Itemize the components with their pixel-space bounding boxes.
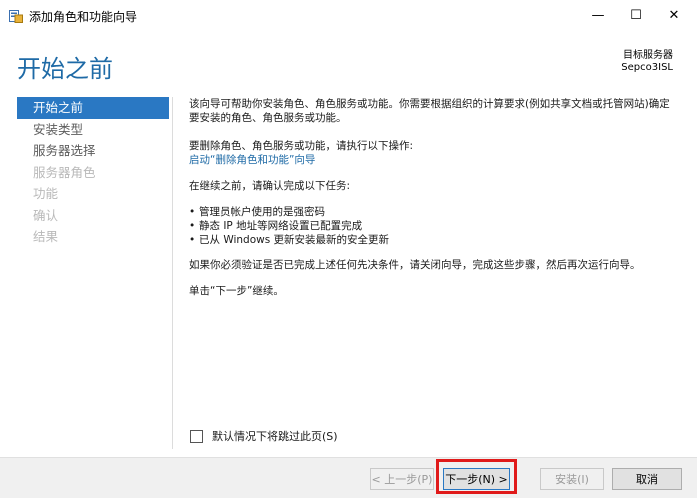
nav-item-server-selection[interactable]: 服务器选择 <box>17 140 169 162</box>
list-item: 静态 IP 地址等网络设置已配置完成 <box>189 219 679 233</box>
server-manager-icon <box>9 8 23 23</box>
remove-roles-link[interactable]: 启动“删除角色和功能”向导 <box>189 153 679 167</box>
remove-text: 要删除角色、角色服务或功能，请执行以下操作: <box>189 140 414 152</box>
wizard-window: 添加角色和功能向导 — ☐ ✕ 开始之前 目标服务器 Sepco3ISL 开始之… <box>0 0 697 498</box>
target-server-label: 目标服务器 <box>623 50 673 61</box>
page-title: 开始之前 <box>17 55 113 83</box>
nav-item-features: 功能 <box>33 186 59 201</box>
wizard-nav: 开始之前 安装类型 服务器选择 服务器角色 功能 确认 结果 <box>17 97 169 248</box>
install-button: 安装(I) <box>540 468 604 490</box>
nav-item-installation-type[interactable]: 安装类型 <box>17 119 169 141</box>
nav-item-results: 结果 <box>33 229 59 244</box>
close-button[interactable]: ✕ <box>651 0 697 30</box>
skip-page-label: 默认情况下将跳过此页(S) <box>212 430 338 443</box>
skip-page-option[interactable]: 默认情况下将跳过此页(S) <box>190 428 338 444</box>
tasks-intro: 在继续之前，请确认完成以下任务: <box>189 180 351 192</box>
nav-item-server-roles: 服务器角色 <box>33 164 96 180</box>
window-title: 添加角色和功能向导 <box>29 10 138 24</box>
list-item: 管理员帐户使用的是强密码 <box>189 205 679 219</box>
next-button[interactable]: 下一步(N) > <box>443 468 510 490</box>
target-server-name: Sepco3ISL <box>621 62 673 73</box>
main-content: 该向导可帮助你安装角色、角色服务或功能。你需要根据组织的计算要求(例如共享文档或… <box>189 97 679 298</box>
list-item: 已从 Windows 更新安装最新的安全更新 <box>189 233 679 247</box>
nav-item-before-you-begin[interactable]: 开始之前 <box>17 97 169 119</box>
continue-text: 单击“下一步”继续。 <box>189 285 284 297</box>
tasks-list: 管理员帐户使用的是强密码 静态 IP 地址等网络设置已配置完成 已从 Windo… <box>189 205 679 247</box>
footer-bar: < 上一步(P) 下一步(N) > 安装(I) 取消 <box>0 457 697 498</box>
skip-page-checkbox[interactable] <box>190 429 203 443</box>
previous-button: < 上一步(P) <box>370 468 434 490</box>
title-bar[interactable]: 添加角色和功能向导 — ☐ ✕ <box>0 0 697 30</box>
verify-text: 如果你必须验证是否已完成上述任何先决条件，请关闭向导，完成这些步骤，然后再次运行… <box>189 259 641 271</box>
intro-text: 该向导可帮助你安装角色、角色服务或功能。你需要根据组织的计算要求(例如共享文档或… <box>189 98 670 124</box>
nav-item-confirmation: 确认 <box>33 207 59 223</box>
nav-divider <box>172 97 173 449</box>
cancel-button[interactable]: 取消 <box>612 468 682 490</box>
